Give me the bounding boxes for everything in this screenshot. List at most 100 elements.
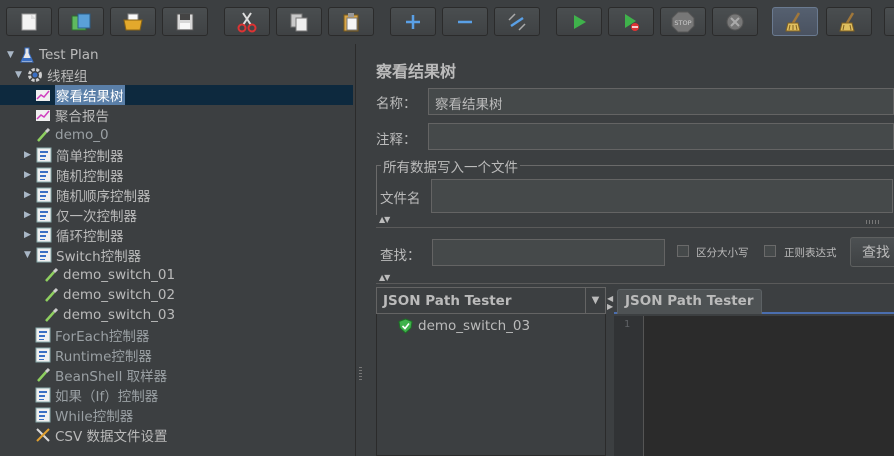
main-splitter[interactable] [355,44,365,456]
tree-node-random-order-controller[interactable]: ▶ 随机顺序控制器 [22,185,151,205]
tree-node-label: ForEach控制器 [55,329,150,345]
controller-icon [35,187,52,204]
expand-arrow-icon[interactable]: ▶ [22,190,33,201]
renderer-select-value: JSON Path Tester [383,293,512,309]
resize-grip-icon[interactable] [866,220,880,224]
tree-node-label: CSV 数据文件设置 [55,429,168,445]
collapse-arrow-icon[interactable]: ▼ [13,70,24,81]
shutdown-icon [726,13,744,30]
templates-button[interactable] [58,7,104,36]
new-button[interactable] [6,7,52,36]
controller-icon [35,227,52,244]
tree-node-demo-switch-01[interactable]: demo_switch_01 [42,265,175,285]
tree-node-simple-controller[interactable]: ▶ 简单控制器 [22,145,124,165]
result-item-label: demo_switch_03 [418,318,531,334]
tree-node-label: Test Plan [39,47,99,63]
shutdown-button[interactable] [712,7,758,36]
tree-node-random-controller[interactable]: ▶ 随机控制器 [22,165,124,185]
tree-node-label: BeanShell 取样器 [55,369,168,385]
case-sensitive-label: 区分大小写 [696,247,749,259]
tab-json-path-tester[interactable]: JSON Path Tester [617,289,762,314]
chevron-down-icon: ▼ [585,288,605,313]
search-button[interactable]: 查找 [850,237,894,267]
expand-arrow-icon[interactable]: ▶ [22,230,33,241]
pipette-icon [42,307,59,324]
new-icon [21,13,37,30]
tree-node-label: demo_switch_02 [63,287,176,303]
tree-node-switch-controller[interactable]: ▼ Switch控制器 [22,245,141,265]
save-button[interactable] [162,7,208,36]
tree-node-label: 察看结果树 [55,85,125,105]
tree-node-demo-switch-03[interactable]: demo_switch_03 [42,305,175,325]
name-field[interactable]: 察看结果树 [428,88,894,115]
test-plan-tree: ▼ Test Plan ▼ 线程组 察看结果树 聚合报告 demo_0 ▶ 简单… [0,44,355,456]
filename-field[interactable] [431,179,893,213]
success-shield-icon [397,318,414,335]
pipette-icon [42,267,59,284]
clear-all-button[interactable] [826,7,872,36]
tree-node-while-controller[interactable]: While控制器 [34,405,133,425]
tree-node-csv-data-set-config[interactable]: CSV 数据文件设置 [34,425,168,445]
start-no-pause-icon [625,13,639,31]
tree-node-loop-controller[interactable]: ▶ 循环控制器 [22,225,124,245]
clear-button[interactable] [772,7,818,36]
case-sensitive-checkbox[interactable] [677,245,689,257]
collapse-arrows-icon[interactable]: ▲▼ [379,273,390,282]
filename-label: 文件名 [380,191,421,207]
expand-arrow-icon[interactable]: ▶ [22,170,33,181]
tree-node-thread-group[interactable]: ▼ 线程组 [13,65,88,85]
collapse-icon [458,20,472,23]
tree-node-label: 简单控制器 [56,149,124,165]
flask-icon [18,47,35,64]
copy-button[interactable] [276,7,322,36]
stop-icon-text: STOP [674,19,691,27]
collapse-arrow-icon[interactable]: ▼ [22,250,33,261]
tree-node-beanshell-sampler[interactable]: BeanShell 取样器 [34,365,167,385]
results-splitter[interactable]: ◀ ▶ [606,287,614,456]
regex-checkbox[interactable] [764,245,776,257]
expand-arrow-icon[interactable]: ▶ [22,210,33,221]
view-results-tree-panel: 察看结果树 名称： 察看结果树 注释： 所有数据写入一个文件 文件名 ▲▼ 查找… [366,44,894,456]
collapse-arrow-icon[interactable]: ▼ [5,50,16,61]
pipette-icon [42,287,59,304]
json-editor[interactable]: 1 [614,316,894,456]
tree-node-label: 随机顺序控制器 [56,189,151,205]
tree-node-if-controller[interactable]: 如果（If）控制器 [34,385,158,405]
toolbar-overflow-button[interactable] [884,7,894,36]
comment-field[interactable] [428,123,894,150]
expand-button[interactable] [390,7,436,36]
tree-node-once-only-controller[interactable]: ▶ 仅一次控制器 [22,205,137,225]
tree-node-test-plan[interactable]: ▼ Test Plan [5,45,99,65]
controller-icon [35,167,52,184]
cut-button[interactable] [224,7,270,36]
tree-node-aggregate-report[interactable]: 聚合报告 [34,105,109,125]
tree-node-foreach-controller[interactable]: ForEach控制器 [34,325,149,345]
result-item[interactable]: demo_switch_03 [397,316,530,336]
collapse-button[interactable] [442,7,488,36]
tree-node-runtime-controller[interactable]: Runtime控制器 [34,345,152,365]
toggle-icon [508,12,526,31]
tree-node-label: 随机控制器 [56,169,124,185]
split-arrows-icon: ◀ ▶ [607,294,614,311]
tree-node-demo-switch-02[interactable]: demo_switch_02 [42,285,175,305]
tree-node-demo-0[interactable]: demo_0 [34,125,109,145]
open-button[interactable] [110,7,156,36]
pipette-icon [34,127,51,144]
templates-icon [71,13,91,30]
expand-arrow-icon[interactable]: ▶ [22,150,33,161]
controller-icon [34,327,51,344]
controller-icon [35,207,52,224]
paste-button[interactable] [328,7,374,36]
stop-button[interactable]: STOP [660,7,706,36]
search-input[interactable] [432,239,665,266]
renderer-select[interactable]: JSON Path Tester ▼ [376,287,606,314]
write-to-file-section: 所有数据写入一个文件 文件名 [376,156,894,215]
start-button[interactable] [556,7,602,36]
tree-node-view-results-tree[interactable]: 察看结果树 [0,85,353,105]
gear-icon [26,67,43,84]
tree-node-label: Switch控制器 [56,249,142,265]
toggle-button[interactable] [494,7,540,36]
collapse-arrows-icon[interactable]: ▲▼ [379,215,390,224]
start-no-pause-button[interactable] [608,7,654,36]
start-icon [574,14,586,29]
